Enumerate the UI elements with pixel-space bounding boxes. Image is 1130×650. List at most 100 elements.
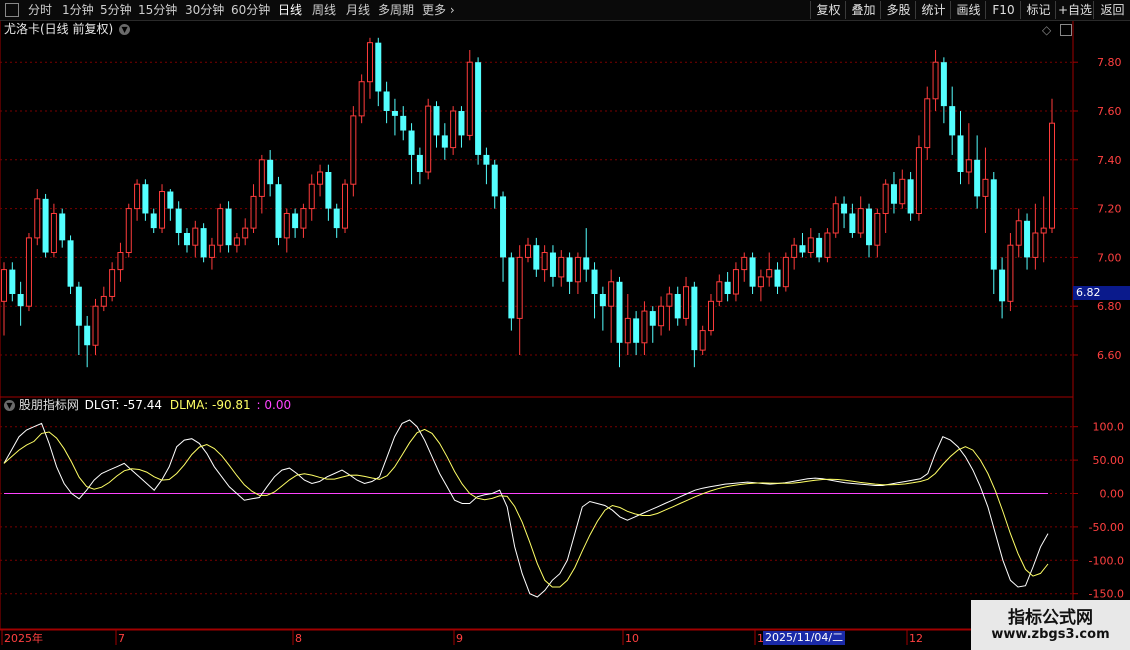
indicator-chevron-icon[interactable]: ▼ <box>4 400 15 411</box>
candle-body <box>965 159 972 173</box>
candle-body <box>957 135 964 172</box>
candle-body <box>17 294 24 307</box>
period-tab-4[interactable]: 30分钟 <box>185 2 224 18</box>
indicator-name: 股朋指标网 <box>18 398 79 412</box>
security-title: 尤洛卡(日线 前复权) ▼ <box>4 22 131 36</box>
candle-body <box>333 208 340 229</box>
candle-body <box>75 286 82 326</box>
candle-body <box>932 61 939 100</box>
candle-body <box>391 111 398 116</box>
candle-body <box>1015 220 1022 246</box>
toolbar-button-6[interactable]: 标记 <box>1020 1 1056 19</box>
candle-body <box>757 276 764 288</box>
time-axis-label: 12 <box>909 632 923 645</box>
time-axis-label: 7 <box>118 632 125 645</box>
period-tab-2[interactable]: 5分钟 <box>100 2 132 18</box>
toolbar-button-4[interactable]: 画线 <box>950 1 986 19</box>
chevron-down-icon[interactable]: ▼ <box>119 24 131 35</box>
candle-body <box>150 213 157 229</box>
candle-body <box>1040 227 1047 234</box>
candle-body <box>491 164 498 197</box>
watermark-title: 指标公式网 <box>1008 608 1093 628</box>
candle-body <box>100 295 107 307</box>
toolbar-button-3[interactable]: 统计 <box>915 1 951 19</box>
candle-body <box>433 106 440 136</box>
candle-body <box>50 212 57 254</box>
toolbar-button-5[interactable]: F10 <box>985 1 1021 19</box>
candle-body <box>774 269 781 287</box>
candle-body <box>807 237 814 254</box>
dlma-value: DLMA: -90.81 <box>169 398 251 412</box>
period-tab-6[interactable]: 日线 <box>278 2 302 18</box>
candle-body <box>400 115 407 131</box>
candle-body <box>691 286 698 351</box>
period-tab-5[interactable]: 60分钟 <box>231 2 270 18</box>
indicator-axis-label: -50.00 <box>1089 521 1124 534</box>
candle-body <box>1024 220 1031 258</box>
candle-body <box>233 237 240 246</box>
current-price-tag: 6.82 <box>1073 286 1130 300</box>
toolbar-button-2[interactable]: 多股 <box>880 1 916 19</box>
candle-body <box>383 91 390 111</box>
candle-body <box>350 115 357 185</box>
candle-body <box>325 172 332 209</box>
panel-diamond-icon[interactable]: ◇ <box>1042 23 1051 37</box>
candle-body <box>624 317 631 344</box>
candle-body <box>125 208 132 254</box>
candle-body <box>117 252 124 271</box>
candle-body <box>549 252 556 277</box>
candle-body <box>283 212 290 239</box>
candle-body <box>217 208 224 246</box>
candle-body <box>142 184 149 214</box>
period-tab-3[interactable]: 15分钟 <box>138 2 177 18</box>
candle-body <box>192 227 199 246</box>
candle-body <box>500 196 507 258</box>
toolbar-button-1[interactable]: 叠加 <box>845 1 881 19</box>
period-tab-1[interactable]: 1分钟 <box>62 2 94 18</box>
period-tab-10[interactable]: 更多 › <box>422 2 455 18</box>
candle-body <box>766 269 773 278</box>
candle-body <box>358 81 365 117</box>
candle-body <box>608 281 615 307</box>
watermark: 指标公式网 www.zbgs3.com <box>971 600 1130 650</box>
zero-value: : 0.00 <box>256 398 292 412</box>
candle-body <box>658 305 665 327</box>
candle-body <box>749 257 756 287</box>
toolbar-button-0[interactable]: 复权 <box>810 1 846 19</box>
period-tab-8[interactable]: 月线 <box>346 2 370 18</box>
candle-body <box>1049 122 1055 229</box>
toolbar-button-8[interactable]: 返回 <box>1093 1 1130 19</box>
candle-body <box>59 213 66 241</box>
candle-body <box>849 213 856 233</box>
cursor-date-badge: 2025/11/04/二 <box>763 631 846 645</box>
time-axis-label: 10 <box>625 632 639 645</box>
candle-body <box>724 281 731 294</box>
candle-body <box>824 232 831 258</box>
time-axis-label: 8 <box>295 632 302 645</box>
candle-body <box>242 227 249 239</box>
candle-body <box>782 256 789 288</box>
candle-body <box>67 240 74 287</box>
candle-body <box>857 208 864 234</box>
toolbar-button-7[interactable]: +自选 <box>1055 1 1094 19</box>
candle-body <box>258 159 265 197</box>
candle-body <box>641 310 648 344</box>
candle-body <box>25 237 32 307</box>
watermark-url: www.zbgs3.com <box>991 627 1110 642</box>
candle-body <box>408 130 415 155</box>
price-axis-label: 7.60 <box>1097 105 1122 118</box>
window-menu-icon[interactable] <box>5 3 19 17</box>
time-axis-label: 9 <box>456 632 463 645</box>
panel-toggle-icon[interactable] <box>1060 24 1072 36</box>
candle-body <box>200 228 207 258</box>
period-tab-0[interactable]: 分时 <box>28 2 52 18</box>
candle-body <box>683 286 690 319</box>
candle-body <box>250 195 257 229</box>
period-tab-9[interactable]: 多周期 <box>378 2 414 18</box>
candle-body <box>674 294 681 319</box>
period-tab-7[interactable]: 周线 <box>312 2 336 18</box>
candle-body <box>1 269 7 302</box>
price-axis-label: 7.40 <box>1097 154 1122 167</box>
candle-body <box>541 252 548 271</box>
indicator-axis-label: 100.0 <box>1093 421 1125 434</box>
